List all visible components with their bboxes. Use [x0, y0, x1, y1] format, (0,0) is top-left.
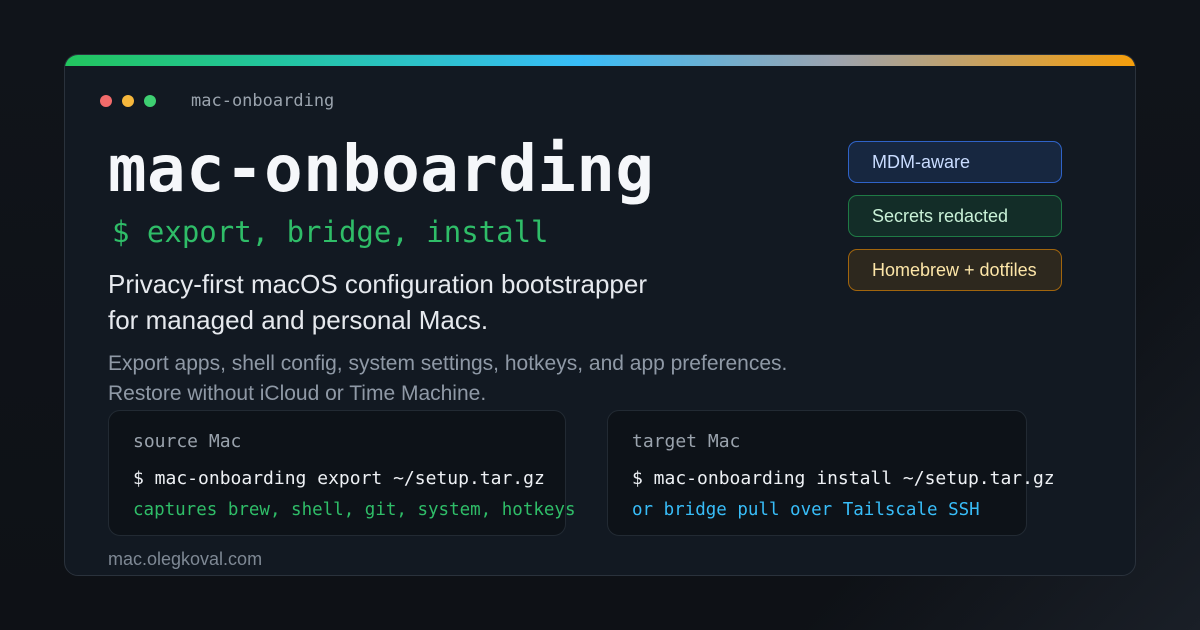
badge-label: Secrets redacted — [872, 205, 1009, 226]
terminal-command: $ mac-onboarding export ~/setup.tar.gz — [133, 468, 545, 489]
badge-label: Homebrew + dotfiles — [872, 259, 1037, 280]
feature-badges: MDM-aware Secrets redacted Homebrew + do… — [848, 141, 1062, 303]
terminal-note: captures brew, shell, git, system, hotke… — [133, 500, 576, 520]
accent-gradient-bar — [65, 55, 1135, 66]
badge-label: MDM-aware — [872, 151, 971, 172]
badge-mdm-aware: MDM-aware — [848, 141, 1062, 183]
sub-description-line: Export apps, shell config, system settin… — [108, 352, 788, 375]
source-terminal-card: source Mac $ mac-onboarding export ~/set… — [108, 410, 576, 536]
window-title: mac-onboarding — [191, 91, 335, 111]
minimize-dot-icon[interactable] — [122, 95, 134, 107]
badge-secrets-redacted: Secrets redacted — [848, 195, 1062, 237]
sub-description-line: Restore without iCloud or Time Machine. — [108, 382, 487, 405]
page-title: mac-onboarding — [108, 133, 655, 207]
description-line: for managed and personal Macs. — [108, 305, 489, 335]
command-tagline: $ export, bridge, install — [112, 215, 549, 249]
maximize-dot-icon[interactable] — [144, 95, 156, 107]
window-controls — [100, 95, 156, 107]
close-dot-icon[interactable] — [100, 95, 112, 107]
description: Privacy-first macOS configuration bootst… — [108, 266, 647, 338]
sub-description: Export apps, shell config, system settin… — [108, 349, 787, 409]
terminal-command: $ mac-onboarding install ~/setup.tar.gz — [632, 468, 1055, 489]
terminal-label: source Mac — [133, 431, 242, 452]
description-line: Privacy-first macOS configuration bootst… — [108, 269, 647, 299]
terminal-note: or bridge pull over Tailscale SSH — [632, 500, 980, 520]
target-terminal-card: target Mac $ mac-onboarding install ~/se… — [607, 410, 1055, 536]
badge-homebrew-dotfiles: Homebrew + dotfiles — [848, 249, 1062, 291]
terminal-window: mac-onboarding mac-onboarding $ export, … — [64, 54, 1136, 576]
footer-url[interactable]: mac.olegkoval.com — [108, 549, 262, 570]
terminal-label: target Mac — [632, 431, 741, 452]
